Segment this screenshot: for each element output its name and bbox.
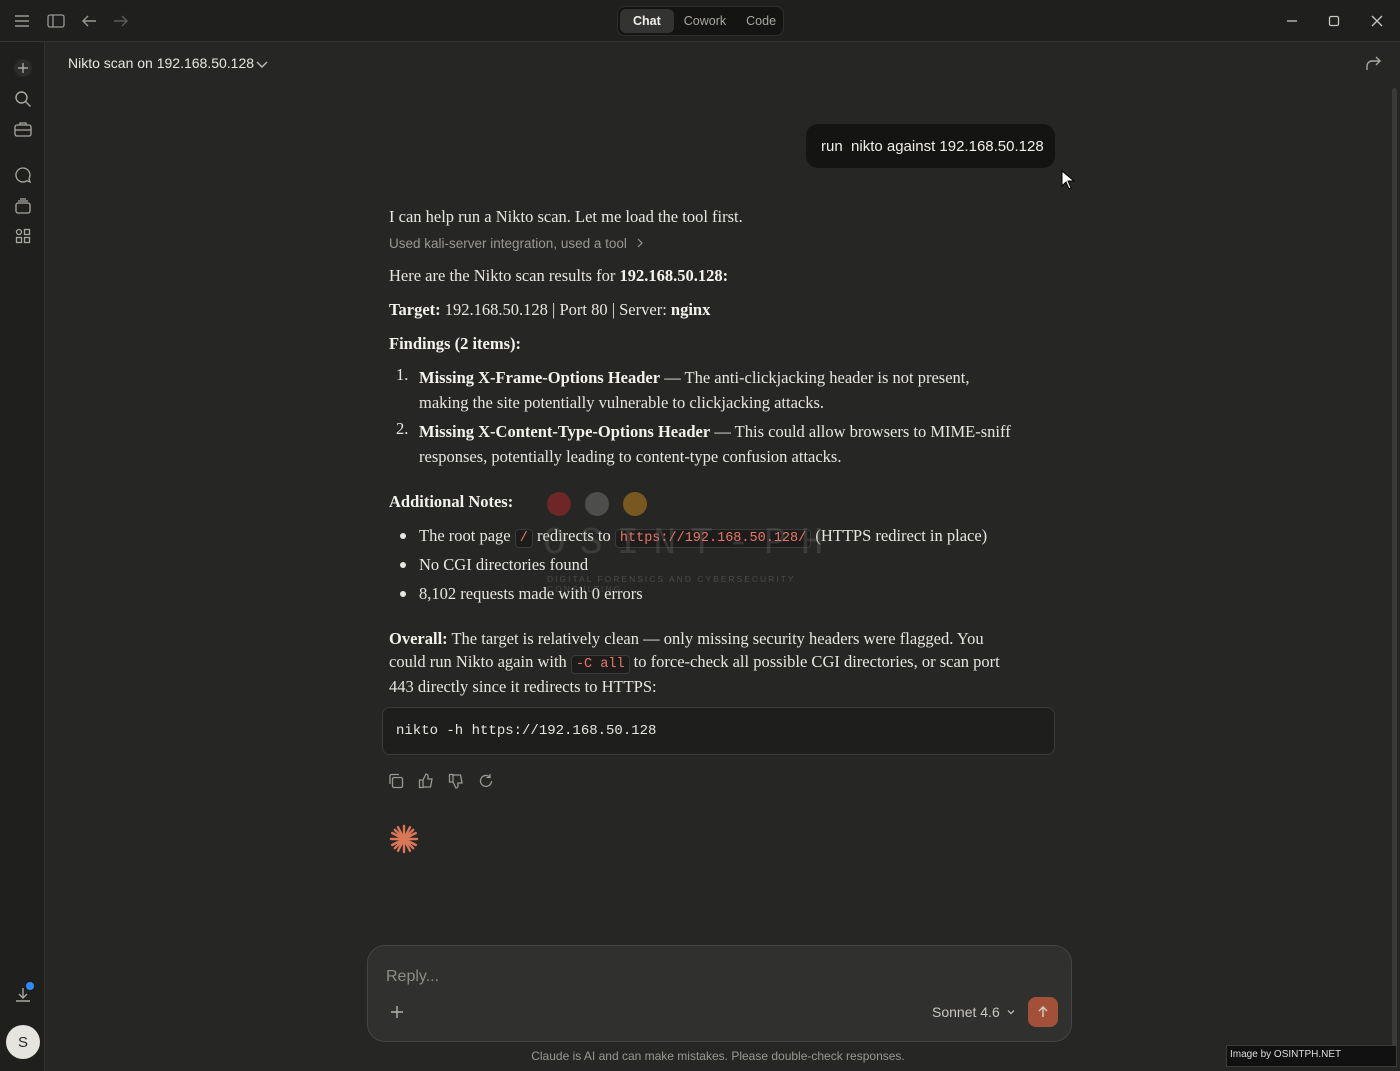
disclaimer: Claude is AI and can make mistakes. Plea… <box>531 1049 905 1063</box>
thumbs-down-icon[interactable] <box>448 773 466 791</box>
left-rail: S <box>0 42 45 1071</box>
bullet-dot <box>400 533 406 539</box>
close-icon[interactable] <box>1365 10 1389 32</box>
mouse-cursor-icon <box>1061 170 1075 190</box>
forward-arrow-icon[interactable] <box>111 11 131 31</box>
inline-code: -C all <box>570 654 630 674</box>
search-icon[interactable] <box>12 88 34 110</box>
findings-heading: Findings (2 items): <box>389 334 521 353</box>
note-item: The root page / redirects to https://192… <box>419 526 988 548</box>
command-text: nikto -h https://192.168.50.128 <box>396 723 657 739</box>
note-item: 8,102 requests made with 0 errors <box>419 584 643 603</box>
bullet-dot <box>400 562 406 568</box>
share-icon[interactable] <box>1364 55 1384 75</box>
user-message: run nikto against 192.168.50.128 <box>806 124 1055 168</box>
artifacts-icon[interactable] <box>12 225 34 247</box>
chevron-down-icon <box>1007 1010 1015 1015</box>
tab-chat[interactable]: Chat <box>620 9 674 33</box>
retry-icon[interactable] <box>478 773 496 791</box>
response-intro: I can help run a Nikto scan. Let me load… <box>389 207 743 226</box>
chats-icon[interactable] <box>12 164 34 186</box>
finding-number: 2. <box>396 419 409 438</box>
target-line: Target: 192.168.50.128 | Port 80 | Serve… <box>389 300 711 319</box>
tab-code[interactable]: Code <box>736 9 786 33</box>
thumbs-up-icon[interactable] <box>418 773 436 791</box>
note-item: No CGI directories found <box>419 555 589 574</box>
menu-icon[interactable] <box>12 11 32 31</box>
send-button[interactable] <box>1028 997 1058 1027</box>
tool-usage-summary[interactable]: Used kali-server integration, used a too… <box>389 236 645 251</box>
finding-item: Missing X-Frame-Options Header — The ant… <box>419 368 970 412</box>
sidebar-toggle-icon[interactable] <box>46 11 66 31</box>
projects-icon[interactable] <box>12 195 34 217</box>
finding-number: 1. <box>396 365 409 384</box>
back-arrow-icon[interactable] <box>79 11 99 31</box>
inline-code: / <box>514 529 533 548</box>
scrollbar[interactable] <box>1392 88 1397 1048</box>
notes-heading: Additional Notes: <box>389 492 514 511</box>
inline-code: https://192.168.50.128/ <box>614 529 812 548</box>
watermark-dot <box>623 492 647 516</box>
chevron-down-icon[interactable] <box>254 55 270 73</box>
notification-dot <box>26 982 34 990</box>
claude-spark-icon <box>389 824 419 854</box>
code-block[interactable]: nikto -h https://192.168.50.128 <box>382 707 1055 755</box>
minimize-icon[interactable] <box>1280 10 1304 32</box>
title-bar: Chat Cowork Code <box>0 0 1400 42</box>
copy-icon[interactable] <box>388 773 406 791</box>
add-attachment-icon[interactable] <box>388 1003 408 1023</box>
composer: Sonnet 4.6 <box>367 945 1072 1042</box>
chevron-right-icon <box>637 238 643 248</box>
finding-item: Missing X-Content-Type-Options Header — … <box>419 422 1011 466</box>
maximize-icon[interactable] <box>1322 10 1346 32</box>
model-name: Sonnet 4.6 <box>932 1004 1000 1020</box>
toolbox-icon[interactable] <box>12 118 34 140</box>
image-credit: Image by OSINTPH.NET <box>1226 1045 1397 1067</box>
reply-input[interactable] <box>386 964 1046 990</box>
model-selector[interactable]: Sonnet 4.6 <box>932 1004 1016 1020</box>
conversation-title[interactable]: Nikto scan on 192.168.50.128 <box>68 55 254 71</box>
results-heading: Here are the Nikto scan results for 192.… <box>389 266 729 285</box>
user-message-text: run nikto against 192.168.50.128 <box>821 137 1044 155</box>
watermark-dot <box>547 492 571 516</box>
overall-paragraph: Overall: The target is relatively clean … <box>389 629 1000 696</box>
mode-switch: Chat Cowork Code <box>617 6 784 36</box>
new-chat-icon[interactable] <box>12 57 34 79</box>
arrow-up-icon <box>1038 1005 1048 1017</box>
bullet-dot <box>400 591 406 597</box>
watermark-dot <box>585 492 609 516</box>
tab-cowork[interactable]: Cowork <box>674 9 736 33</box>
